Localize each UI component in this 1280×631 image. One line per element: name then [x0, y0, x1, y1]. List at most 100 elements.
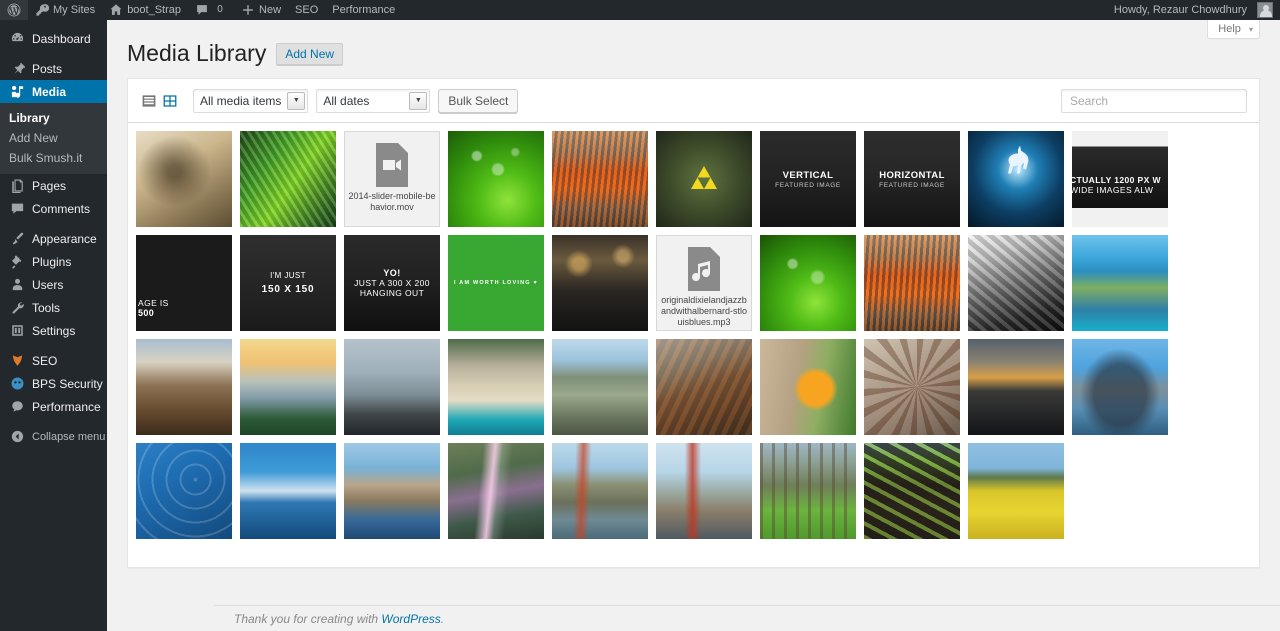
sidebar-item-dashboard[interactable]: Dashboard: [0, 27, 107, 50]
sidebar-item-settings[interactable]: Settings: [0, 319, 107, 342]
performance-icon: [9, 399, 25, 415]
media-item-orange-icicles-ice[interactable]: [552, 131, 648, 227]
media-item-eyeglasses-on-manuscript[interactable]: [136, 131, 232, 227]
grid-view-icon[interactable]: [161, 92, 179, 110]
media-item-actually-1200px-wide-image[interactable]: CTUALLY 1200 PX WWIDE IMAGES ALW: [1072, 131, 1168, 227]
media-item-green-leaf-water-drops[interactable]: [448, 131, 544, 227]
media-item-wooden-pier-bridge[interactable]: [344, 443, 440, 539]
tile-text-line: JUST A 300 X 200: [354, 278, 430, 288]
media-item-green-fern-fronds[interactable]: [240, 131, 336, 227]
media-item-sun-flare-through-trees[interactable]: [448, 443, 544, 539]
admin-bar-item-seo[interactable]: SEO: [288, 0, 325, 20]
heart-icon: ♥: [533, 280, 537, 286]
media-item-horizontal-featured-image[interactable]: HORIZONTALFEATURED IMAGE: [864, 131, 960, 227]
admin-bar-spacer: [402, 0, 1107, 20]
media-item-red-crane-on-pier[interactable]: [656, 443, 752, 539]
sidebar-item-media[interactable]: Media: [0, 80, 107, 103]
media-item-unicorn-moon-fantasy[interactable]: [968, 131, 1064, 227]
sidebar-item-pages[interactable]: Pages: [0, 174, 107, 197]
submenu-item-add-new[interactable]: Add New: [0, 128, 107, 148]
admin-bar-item-new-content[interactable]: New: [234, 0, 288, 20]
sidebar-item-appearance[interactable]: Appearance: [0, 227, 107, 250]
media-thumbnail: [240, 443, 336, 539]
media-submenu: Library Add New Bulk Smush.it: [0, 103, 107, 174]
list-view-icon[interactable]: [140, 92, 158, 110]
sidebar-item-bps-security[interactable]: BPS Security: [0, 372, 107, 395]
media-item-marina-boats-blue-dusk[interactable]: [240, 443, 336, 539]
media-item-pine-forest-green-grass[interactable]: [760, 443, 856, 539]
sidebar-item-performance[interactable]: Performance: [0, 395, 107, 418]
thumbnail-texture: [240, 131, 336, 227]
media-tile-caption: YO!JUST A 300 X 200HANGING OUT: [344, 235, 440, 331]
sidebar-item-comments[interactable]: Comments: [0, 197, 107, 220]
menu-spacer-1: [0, 50, 107, 57]
collapse-menu-button[interactable]: Collapse menu: [0, 425, 107, 448]
media-item-triforce-green-glow[interactable]: [656, 131, 752, 227]
media-item-rusty-railroad-track[interactable]: [656, 339, 752, 435]
admin-bar-item-comments[interactable]: 0: [188, 0, 234, 20]
tile-text-wide2-1: AGE IS: [138, 298, 232, 308]
search-input[interactable]: [1061, 89, 1247, 113]
sidebar-item-posts[interactable]: Posts: [0, 57, 107, 80]
tile-text-worth-loving: I AM WORTH LOVING ♥: [454, 280, 538, 286]
media-item-tropical-cliff-coastline[interactable]: [1072, 235, 1168, 331]
chevron-down-icon: ▾: [1249, 25, 1253, 34]
admin-bar-item-site-name[interactable]: boot_Strap: [102, 0, 188, 20]
dashboard-icon: [9, 31, 25, 47]
sidebar-label-seo: SEO: [32, 354, 57, 368]
media-item-i-am-worth-loving[interactable]: I AM WORTH LOVING ♥: [448, 235, 544, 331]
media-item-foggy-pier-post[interactable]: [344, 339, 440, 435]
thumbnail-texture: [656, 339, 752, 435]
media-item-island-sunset-hillside[interactable]: [240, 339, 336, 435]
bulk-select-button[interactable]: Bulk Select: [438, 89, 518, 113]
media-item-yo-300x200-hanging-out[interactable]: YO!JUST A 300 X 200HANGING OUT: [344, 235, 440, 331]
date-filter[interactable]: All dates ▼: [316, 89, 430, 113]
media-item-orange-lily-flower[interactable]: [760, 339, 856, 435]
admin-bar-my-account[interactable]: Howdy, Rezaur Chowdhury: [1107, 0, 1280, 20]
media-grid: 2014-slider-mobile-behavior.mov VERTICALF…: [128, 123, 1259, 567]
help-tab-button[interactable]: Help ▾: [1207, 20, 1260, 39]
tile-text-line: HANGING OUT: [360, 288, 424, 298]
media-item-yellow-canola-field[interactable]: [968, 443, 1064, 539]
media-item-tidepool-shoreline[interactable]: [552, 339, 648, 435]
media-item-image-is-1500-wide[interactable]: AGE IS500: [136, 235, 232, 331]
chevron-down-icon[interactable]: ▼: [409, 92, 427, 110]
audio-file-icon: [680, 245, 728, 293]
plugin-icon: [9, 254, 25, 270]
media-item-orange-icicles-ice-2[interactable]: [864, 235, 960, 331]
thumbnail-texture: [864, 339, 960, 435]
media-item-dark-sunset-over-water[interactable]: [968, 339, 1064, 435]
media-item-2014-slider-mobile-behavior.mov[interactable]: 2014-slider-mobile-behavior.mov: [344, 131, 440, 227]
media-item-vertical-featured-image[interactable]: VERTICALFEATURED IMAGE: [760, 131, 856, 227]
admin-bar-item-my-sites[interactable]: My Sites: [28, 0, 102, 20]
media-item-mcway-falls-big-sur[interactable]: [448, 339, 544, 435]
thumbnail-texture: [552, 235, 648, 331]
media-item-golden-gate-bridge[interactable]: [552, 443, 648, 539]
sidebar-item-tools[interactable]: Tools: [0, 296, 107, 319]
media-type-filter[interactable]: All media items ▼: [193, 89, 308, 113]
media-item-desert-rock-arch[interactable]: [136, 339, 232, 435]
media-item-green-leaf-water-drops-2[interactable]: [760, 235, 856, 331]
media-item-steel-arch-bridge[interactable]: [1072, 339, 1168, 435]
sidebar-item-plugins[interactable]: Plugins: [0, 250, 107, 273]
media-item-im-just-150x150[interactable]: I'M JUST150 X 150: [240, 235, 336, 331]
media-item-blue-water-ripples[interactable]: [136, 443, 232, 539]
sidebar-item-seo[interactable]: SEO: [0, 349, 107, 372]
sidebar-label-comments: Comments: [32, 202, 90, 216]
media-item-crop-rows-seedlings[interactable]: [864, 443, 960, 539]
media-item-wagon-wheel-spokes[interactable]: [864, 339, 960, 435]
submenu-item-library[interactable]: Library: [0, 108, 107, 128]
media-item-city-street-at-night[interactable]: [552, 235, 648, 331]
admin-bar-item-performance[interactable]: Performance: [325, 0, 402, 20]
submenu-item-bulk-smush[interactable]: Bulk Smush.it: [0, 148, 107, 168]
thumbnail-texture: [136, 131, 232, 227]
wp-logo-menu[interactable]: [0, 0, 28, 20]
media-item-originaldixielandjazzbandwithalbernard-stlouisblues.mp3[interactable]: originaldixielandjazzbandwithalbernard-s…: [656, 235, 752, 331]
tile-text-main: VERTICAL: [783, 170, 834, 181]
wordpress-link[interactable]: WordPress: [381, 612, 440, 626]
chevron-down-icon[interactable]: ▼: [287, 92, 305, 110]
video-file-icon: [368, 141, 416, 189]
media-item-black-and-white-rock[interactable]: [968, 235, 1064, 331]
sidebar-item-users[interactable]: Users: [0, 273, 107, 296]
add-new-button[interactable]: Add New: [276, 43, 343, 65]
